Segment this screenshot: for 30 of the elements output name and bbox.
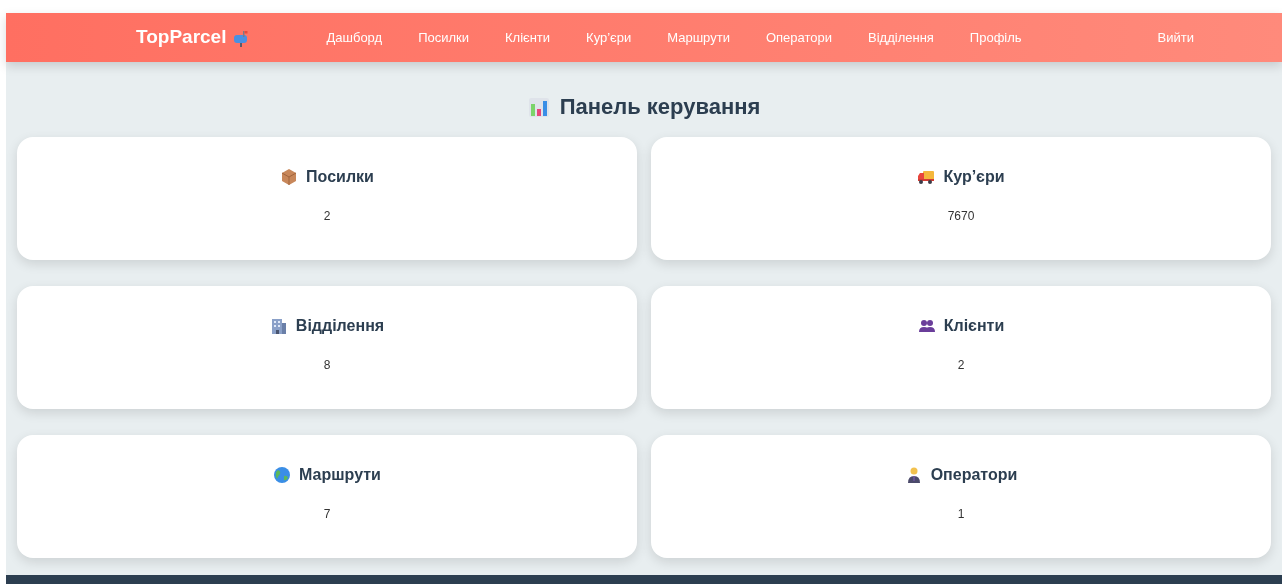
card-title: Клієнти <box>943 316 1005 336</box>
logout-link[interactable]: Вийти <box>1157 27 1195 48</box>
card-title: Відділення <box>295 316 385 336</box>
card-title: Посилки <box>306 167 374 187</box>
page-title: Панель керування <box>559 93 761 121</box>
building-icon <box>269 317 288 335</box>
people-icon <box>917 317 936 335</box>
nav-link[interactable]: Дашборд <box>326 27 383 48</box>
truck-icon <box>917 168 936 186</box>
bar-chart-icon <box>527 95 550 118</box>
card-value: 2 <box>957 357 965 374</box>
nav-link[interactable]: Маршрути <box>667 27 730 48</box>
nav-link[interactable]: Кур’єри <box>586 27 632 48</box>
nav-link[interactable]: Оператори <box>765 27 832 48</box>
card-title: Маршрути <box>299 465 381 485</box>
card-title: Кур’єри <box>943 167 1005 187</box>
globe-icon <box>273 466 292 484</box>
brand-logo[interactable]: TopParcel <box>136 23 251 52</box>
nav-link[interactable]: Відділення <box>868 27 934 48</box>
card-value: 7670 <box>947 208 975 225</box>
card-value: 1 <box>957 506 965 523</box>
card-value: 7 <box>323 506 331 523</box>
nav-link[interactable]: Профіль <box>969 27 1022 48</box>
nav-link[interactable]: Посилки <box>418 27 469 48</box>
mailbox-icon <box>232 28 251 47</box>
nav-link[interactable]: Клієнти <box>505 27 551 48</box>
card-value: 2 <box>323 208 331 225</box>
box-icon <box>280 168 299 186</box>
card-title: Оператори <box>930 465 1018 485</box>
card-value: 8 <box>323 357 331 374</box>
